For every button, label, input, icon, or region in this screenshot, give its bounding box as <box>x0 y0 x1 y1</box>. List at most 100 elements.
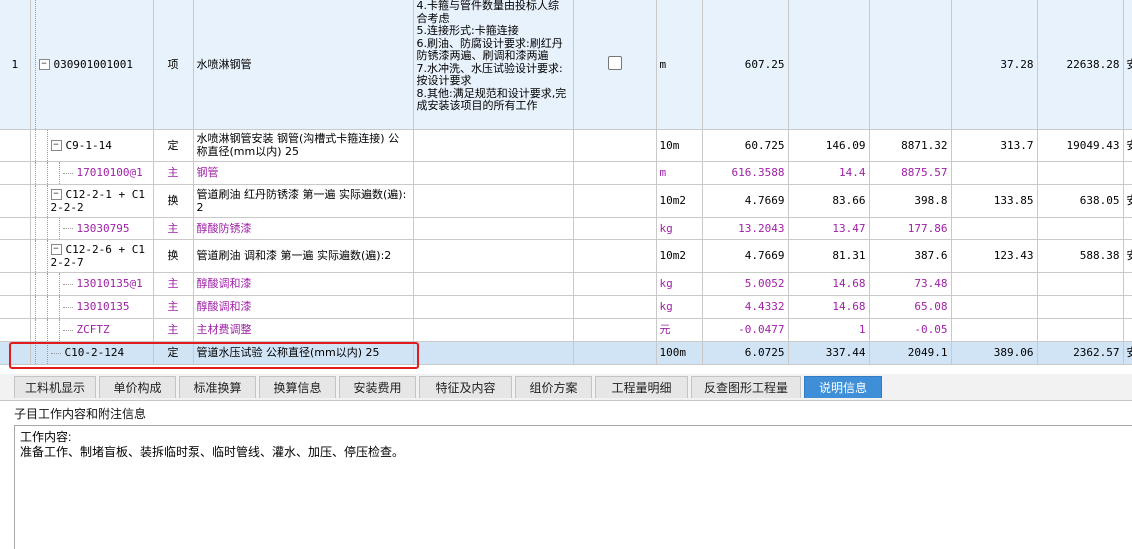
row-unit-price[interactable]: 146.09 <box>788 129 870 162</box>
row-category <box>1123 318 1132 342</box>
tree-guide-line <box>46 295 48 317</box>
table-row[interactable]: 13010135 主醇酸调和漆 kg 4.4332 14.68 65.08 <box>0 295 1132 319</box>
row-feature[interactable]: 4.卡箍与管件数量由投标人综合考虑 5.连接形式:卡箍连接 6.刷油、防腐设计要… <box>413 0 574 130</box>
row-feature[interactable] <box>413 184 574 218</box>
row-code[interactable]: − C12-2-1 + C12-2-2 <box>30 184 154 218</box>
collapse-toggle-icon[interactable]: − <box>50 244 62 255</box>
table-row[interactable]: 17010100@1 主钢管 m 616.3588 14.4 8875.57 <box>0 161 1132 185</box>
row-code-text: ZCFTZ <box>76 323 110 336</box>
row-type: 主 <box>153 295 194 319</box>
row-amount: 2049.1 <box>869 341 952 365</box>
row-code[interactable]: 17010100@1 <box>30 161 154 185</box>
row-code[interactable]: ZCFTZ <box>30 318 154 342</box>
collapse-toggle-icon[interactable]: − <box>50 189 62 200</box>
row-quantity[interactable]: -0.0477 <box>702 318 789 342</box>
row-feature[interactable] <box>413 295 574 319</box>
row-name[interactable]: 管道刷油 红丹防锈漆 第一遍 实际遍数(遍):2 <box>193 184 414 218</box>
row-unit-price[interactable]: 81.31 <box>788 239 870 273</box>
row-code[interactable]: 13010135@1 <box>30 272 154 296</box>
tab-4[interactable]: 换算信息 <box>259 376 336 398</box>
row-quantity[interactable]: 4.7669 <box>702 239 789 273</box>
tab-1[interactable]: 工料机显示 <box>14 376 96 398</box>
row-name[interactable]: 醇酸防锈漆 <box>193 217 414 240</box>
row-type: 主 <box>153 161 194 185</box>
row-category: 安 <box>1123 239 1132 273</box>
row-feature[interactable] <box>413 129 574 162</box>
tree-guide-line <box>46 129 48 160</box>
tab-7[interactable]: 组价方案 <box>515 376 592 398</box>
row-checkbox-cell <box>573 272 657 296</box>
row-name[interactable]: 钢管 <box>193 161 414 185</box>
row-code[interactable]: C10-2-124 <box>30 341 154 365</box>
row-quantity[interactable]: 6.0725 <box>702 341 789 365</box>
row-checkbox-cell <box>573 341 657 365</box>
row-name[interactable]: 管道刷油 调和漆 第一遍 实际遍数(遍):2 <box>193 239 414 273</box>
row-quantity[interactable]: 4.4332 <box>702 295 789 319</box>
row-name[interactable]: 水喷淋钢管安装 钢管(沟槽式卡箍连接) 公称直径(mm以内) 25 <box>193 129 414 162</box>
tab-3[interactable]: 标准换算 <box>179 376 256 398</box>
row-unit-price[interactable]: 13.47 <box>788 217 870 240</box>
row-amount: 73.48 <box>869 272 952 296</box>
tree-guide-line <box>34 239 36 271</box>
table-row[interactable]: ZCFTZ 主主材费调整 元 -0.0477 1 -0.05 <box>0 318 1132 342</box>
row-category: 安 <box>1123 341 1132 365</box>
quota-table: 1−030901001001 项水喷淋钢管 4.卡箍与管件数量由投标人综合考虑 5.… <box>0 0 1132 365</box>
row-unit-price[interactable]: 1 <box>788 318 870 342</box>
row-quantity[interactable]: 616.3588 <box>702 161 789 185</box>
table-row[interactable]: − C12-2-1 + C12-2-2 换管道刷油 红丹防锈漆 第一遍 实际遍数(遍… <box>0 184 1132 218</box>
row-code[interactable]: − C9-1-14 <box>30 129 154 162</box>
table-row[interactable]: − C12-2-6 + C12-2-7 换管道刷油 调和漆 第一遍 实际遍数(遍):… <box>0 239 1132 273</box>
row-quantity[interactable]: 60.725 <box>702 129 789 162</box>
row-name[interactable]: 醇酸调和漆 <box>193 272 414 296</box>
row-unit-price[interactable]: 337.44 <box>788 341 870 365</box>
tab-2[interactable]: 单价构成 <box>99 376 176 398</box>
tab-6[interactable]: 特征及内容 <box>419 376 512 398</box>
row-code[interactable]: − C12-2-6 + C12-2-7 <box>30 239 154 273</box>
row-name[interactable]: 水喷淋钢管 <box>193 0 414 130</box>
row-unit-price[interactable]: 83.66 <box>788 184 870 218</box>
tab-9[interactable]: 反查图形工程量 <box>691 376 801 398</box>
tab-8[interactable]: 工程量明细 <box>595 376 688 398</box>
row-feature[interactable] <box>413 161 574 185</box>
row-name[interactable]: 主材费调整 <box>193 318 414 342</box>
tab-10[interactable]: 说明信息 <box>804 376 882 398</box>
row-feature[interactable] <box>413 217 574 240</box>
notes-content-area[interactable]: 工作内容: 准备工作、制堵盲板、装拆临时泵、临时管线、灌水、加压、停压检查。 <box>14 425 1132 549</box>
row-feature[interactable] <box>413 272 574 296</box>
row-code[interactable]: 13030795 <box>30 217 154 240</box>
tree-branch-line <box>62 306 73 308</box>
tab-5[interactable]: 安装费用 <box>339 376 416 398</box>
table-row[interactable]: − C9-1-14 定水喷淋钢管安装 钢管(沟槽式卡箍连接) 公称直径(mm以内) … <box>0 129 1132 162</box>
table-row[interactable]: 13010135@1 主醇酸调和漆 kg 5.0052 14.68 73.48 <box>0 272 1132 296</box>
row-checkbox[interactable] <box>607 55 622 70</box>
row-quantity[interactable]: 5.0052 <box>702 272 789 296</box>
row-unit-price[interactable]: 14.68 <box>788 295 870 319</box>
row-index <box>0 161 31 185</box>
row-quantity[interactable]: 4.7669 <box>702 184 789 218</box>
row-quantity[interactable]: 607.25 <box>702 0 789 130</box>
row-feature[interactable] <box>413 239 574 273</box>
row-unit-price[interactable]: 14.4 <box>788 161 870 185</box>
collapse-toggle-icon[interactable]: − <box>38 59 50 71</box>
table-row[interactable]: C10-2-124 定管道水压试验 公称直径(mm以内) 25 100m 6.0725… <box>0 341 1132 365</box>
row-feature[interactable] <box>413 318 574 342</box>
table-row[interactable]: 1−030901001001 项水喷淋钢管 4.卡箍与管件数量由投标人综合考虑 5.… <box>0 0 1132 130</box>
row-code-text: C12-2-6 + C12-2-7 <box>50 242 145 269</box>
row-unit-price[interactable] <box>788 0 870 130</box>
row-index <box>0 318 31 342</box>
row-name[interactable]: 醇酸调和漆 <box>193 295 414 319</box>
row-code[interactable]: −030901001001 <box>30 0 154 130</box>
tree-guide-line <box>58 161 60 183</box>
row-unit: kg <box>656 295 703 319</box>
row-category <box>1123 295 1132 319</box>
table-row[interactable]: 13030795 主醇酸防锈漆 kg 13.2043 13.47 177.86 <box>0 217 1132 240</box>
row-feature[interactable] <box>413 341 574 365</box>
row-quantity[interactable]: 13.2043 <box>702 217 789 240</box>
row-code[interactable]: 13010135 <box>30 295 154 319</box>
collapse-toggle-icon[interactable]: − <box>50 140 62 151</box>
row-type: 主 <box>153 217 194 240</box>
row-checkbox-cell <box>573 184 657 218</box>
row-unit: 10m2 <box>656 184 703 218</box>
row-name[interactable]: 管道水压试验 公称直径(mm以内) 25 <box>193 341 414 365</box>
row-unit-price[interactable]: 14.68 <box>788 272 870 296</box>
